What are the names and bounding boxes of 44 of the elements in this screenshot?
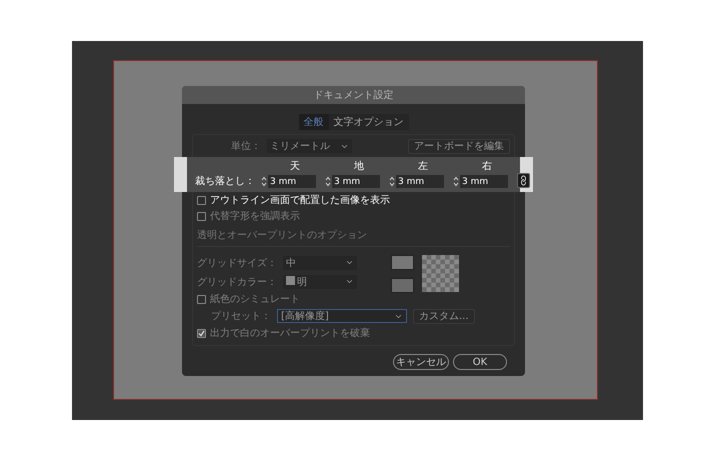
stepper-icon[interactable] [325, 176, 331, 187]
color-swatch[interactable] [391, 278, 414, 293]
grid-color-dropdown[interactable]: 明 [283, 274, 357, 288]
units-dropdown[interactable]: ミリメートル [267, 139, 352, 153]
ok-button[interactable]: OK [453, 354, 507, 370]
custom-button[interactable]: カスタム... [413, 308, 475, 324]
color-swatch[interactable] [391, 255, 414, 270]
swatch-icon [286, 276, 295, 284]
bleed-field[interactable]: 3 mm [460, 175, 508, 188]
stepper-icon[interactable] [261, 176, 267, 187]
bleed-field[interactable]: 3 mm [268, 175, 316, 188]
edit-artboard-button[interactable]: アートボードを編集 [408, 138, 510, 154]
grid-size-dropdown[interactable]: 中 [283, 256, 357, 270]
grid-color-label: グリッドカラー： [197, 276, 277, 288]
chevron-icon [345, 277, 354, 286]
checkerboard-preview [422, 255, 459, 292]
preset-label: プリセット： [211, 310, 271, 323]
preset-dropdown[interactable]: [高解像度] [277, 309, 407, 323]
bleed-field[interactable]: 3 mm [396, 175, 444, 188]
bleed-field[interactable]: 3 mm [332, 175, 380, 188]
checkbox-label: 出力で白のオーバープリントを破棄 [210, 326, 370, 340]
checkbox[interactable] [197, 328, 206, 338]
units-label: 単位： [230, 140, 261, 153]
cancel-button[interactable]: キャンセル [393, 354, 449, 370]
checkbox[interactable] [197, 212, 206, 220]
tab[interactable]: 文字オプション [328, 114, 408, 130]
bleed-label: 裁ち落とし： [195, 174, 255, 188]
link-icon[interactable] [517, 173, 530, 188]
grid-size-label: グリッドサイズ： [197, 256, 277, 270]
bleed-heading: 地 [353, 160, 365, 173]
stepper-icon[interactable] [389, 176, 395, 187]
stepper-icon[interactable] [453, 176, 459, 187]
tab[interactable]: 全般 [298, 114, 328, 130]
bleed-heading: 左 [417, 160, 429, 173]
checkbox[interactable] [197, 196, 206, 204]
checkbox-label: 紙色のシミュレート [210, 293, 300, 306]
bleed-heading: 右 [481, 160, 493, 173]
checkbox-label: 代替字形を強調表示 [210, 210, 300, 223]
checkbox[interactable] [197, 294, 206, 304]
chevron-icon [345, 258, 354, 267]
dialog-title: ドキュメント設定 [314, 88, 394, 102]
section-title: 透明とオーバープリントのオプション [197, 228, 367, 242]
checkbox-label: アウトライン画面で配置した画像を表示 [210, 194, 390, 207]
bleed-heading: 天 [289, 160, 301, 173]
